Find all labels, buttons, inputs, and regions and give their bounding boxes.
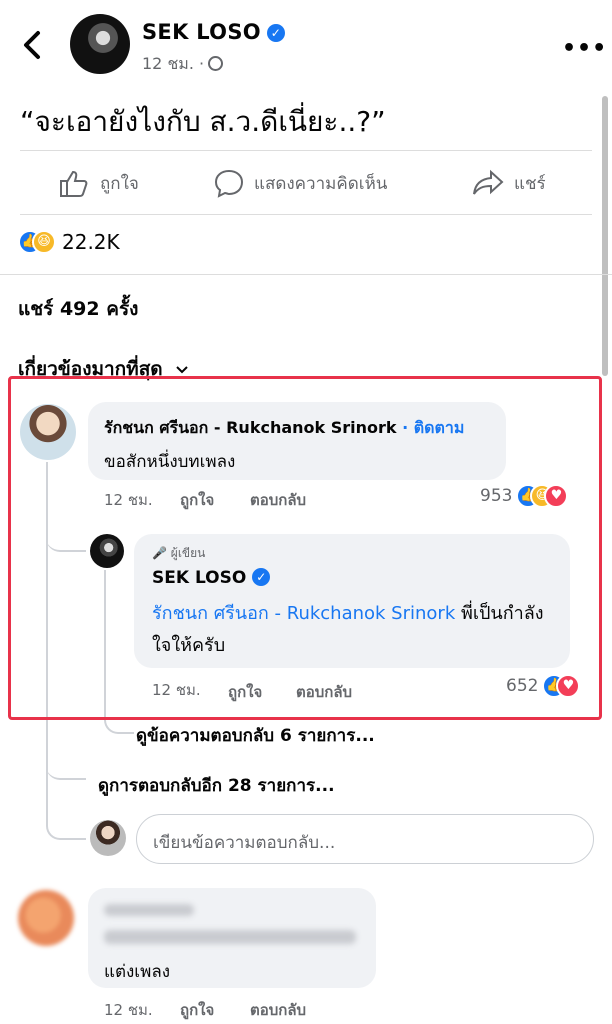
share-label: แชร์ (514, 173, 546, 194)
more-options-button[interactable]: ••• (562, 36, 607, 61)
divider (0, 274, 612, 275)
comment-reply-button[interactable]: ตอบกลับ (250, 998, 306, 1022)
divider (20, 214, 592, 215)
haha-reaction-icon: 😆 (32, 230, 56, 254)
reply-input[interactable]: เขียนข้อความตอบกลับ... (136, 814, 594, 864)
thread-connector (46, 760, 86, 780)
comment-text: แต่งเพลง (104, 962, 171, 982)
view-replies-link[interactable]: ดูข้อความตอบกลับ 6 รายการ... (136, 722, 375, 749)
thread-connector (46, 822, 86, 840)
post-text: “จะเอายังไงกับ ส.ว.ดีเนี่ยะ..?” (20, 105, 386, 138)
commenter-avatar[interactable] (18, 890, 74, 946)
highlight-box (8, 376, 602, 720)
divider (20, 150, 592, 151)
comment-icon (214, 169, 244, 198)
page-avatar[interactable] (70, 14, 130, 74)
reactions-count: 22.2K (62, 230, 120, 254)
page-name[interactable]: SEK LOSO ✓ (142, 20, 285, 44)
thumbs-up-icon (60, 170, 88, 197)
share-button[interactable]: แชร์ (472, 168, 546, 198)
page-name-text: SEK LOSO (142, 20, 261, 44)
view-more-replies-link[interactable]: ดูการตอบกลับอีก 28 รายการ... (98, 772, 335, 799)
comment-label: แสดงความคิดเห็น (254, 173, 388, 194)
comment-time: 12 ชม. (104, 1001, 153, 1019)
chevron-left-icon (24, 31, 40, 59)
globe-icon (208, 56, 224, 71)
comment-like-button[interactable]: ถูกใจ (180, 998, 214, 1022)
reactions-summary[interactable]: 👍 😆 22.2K (18, 230, 120, 254)
verified-icon: ✓ (266, 24, 285, 42)
user-avatar (90, 820, 126, 856)
post-meta: 12 ชม. · (142, 52, 224, 77)
blurred-name (104, 904, 194, 916)
scrollbar[interactable] (602, 96, 608, 376)
like-button[interactable]: ถูกใจ (58, 168, 139, 198)
share-icon (473, 169, 504, 195)
post-time: 12 ชม. · (142, 54, 205, 73)
like-label: ถูกใจ (100, 173, 139, 194)
shares-count[interactable]: แชร์ 492 ครั้ง (18, 294, 138, 324)
reaction-icons: 👍 😆 (18, 230, 56, 254)
comment-button[interactable]: แสดงความคิดเห็น (214, 168, 387, 198)
back-button[interactable] (18, 28, 48, 62)
blurred-text (104, 930, 356, 944)
